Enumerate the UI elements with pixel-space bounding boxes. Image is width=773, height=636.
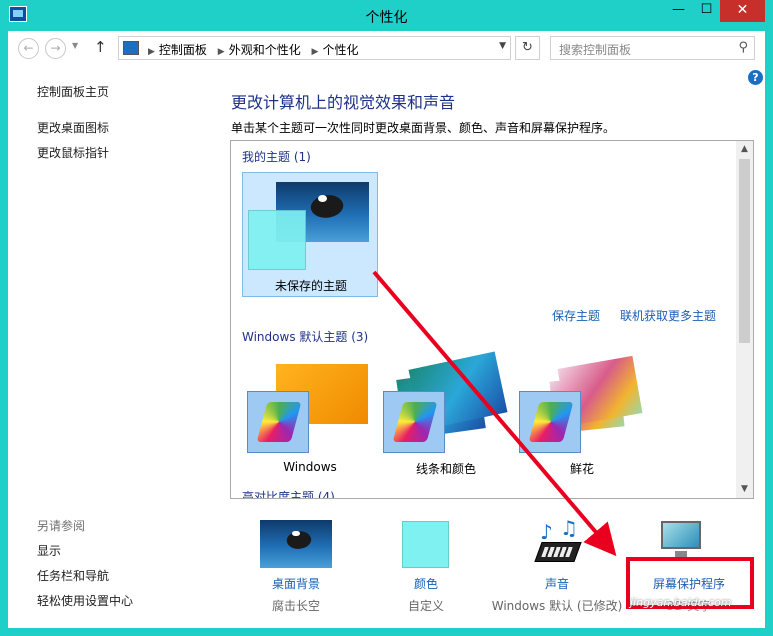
color-swatch (248, 210, 306, 270)
scroll-down-arrow[interactable]: ▼ (736, 481, 753, 498)
palette-icon (519, 391, 581, 453)
close-button[interactable]: ✕ (720, 0, 765, 22)
theme-windows[interactable]: Windows (242, 356, 378, 481)
breadcrumb: ▶ 控制面板 ▶ 外观和个性化 ▶ 个性化 (145, 41, 362, 58)
watermark: jingyan.baidu.com (630, 596, 732, 609)
breadcrumb-control-panel[interactable]: 控制面板 (159, 43, 207, 57)
get-more-themes-link[interactable]: 联机获取更多主题 (620, 307, 716, 324)
desktop-background-value: 腐击长空 (271, 599, 320, 613)
sidebar-link-display[interactable]: 显示 (37, 542, 61, 559)
title-bar: 个性化 — ☐ ✕ (0, 0, 773, 31)
color-value: 自定义 (407, 599, 444, 613)
sidebar-link-ease-of-access[interactable]: 轻松使用设置中心 (37, 592, 133, 609)
palette-icon (247, 391, 309, 453)
search-icon[interactable]: ⚲ (738, 40, 748, 55)
address-dropdown-icon[interactable]: ▼ (499, 41, 506, 51)
color-swatch[interactable] (402, 521, 449, 568)
navigation-bar: ← → ▼ ↑ ▶ 控制面板 ▶ 外观和个性化 ▶ 个性化 ▼ ↻ 搜索控制面板 ⚲ (8, 31, 765, 67)
monitor-screen (661, 521, 701, 549)
theme-name: 鲜花 (569, 462, 594, 476)
breadcrumb-appearance[interactable]: 外观和个性化 (229, 43, 301, 57)
recent-locations-dropdown[interactable]: ▼ (72, 41, 78, 50)
control-panel-icon (123, 41, 139, 55)
my-themes-header[interactable]: 我的主题 (1) (242, 148, 311, 165)
screensaver-icon[interactable] (657, 519, 705, 559)
back-button[interactable]: ← (18, 38, 39, 59)
sound-icon[interactable]: ♪ ♫ (534, 516, 582, 564)
sidebar-link-mouse-pointers[interactable]: 更改鼠标指针 (37, 144, 109, 161)
scroll-thumb[interactable] (739, 159, 750, 343)
keyboard-shape (534, 542, 582, 562)
high-contrast-themes-header[interactable]: 高对比度主题 (4) (242, 488, 335, 498)
theme-flowers[interactable]: 鲜花 (514, 355, 650, 481)
window-title: 个性化 (365, 10, 408, 26)
theme-name: 未保存的主题 (274, 279, 347, 293)
sound-link[interactable]: 声音 (492, 575, 622, 592)
breadcrumb-separator[interactable]: ▶ (148, 47, 155, 57)
sidebar-link-control-panel-home[interactable]: 控制面板主页 (37, 83, 109, 100)
sound-value: Windows 默认 (已修改) (491, 599, 623, 613)
maximize-button[interactable]: ☐ (693, 0, 720, 22)
theme-unsaved[interactable]: 未保存的主题 (242, 172, 378, 297)
desktop-background-thumbnail[interactable] (260, 520, 332, 568)
theme-list: 我的主题 (1) 未保存的主题 保存主题 联机获取更多主题 Windows 默认… (230, 140, 754, 499)
scroll-up-arrow[interactable]: ▲ (736, 141, 753, 158)
page-subtitle: 单击某个主题可一次性同时更改桌面背景、颜色、声音和屏幕保护程序。 (231, 121, 616, 135)
breadcrumb-separator[interactable]: ▶ (312, 47, 319, 57)
page-title: 更改计算机上的视觉效果和声音 (231, 93, 456, 112)
help-icon[interactable]: ? (748, 70, 763, 85)
refresh-button[interactable]: ↻ (515, 36, 540, 60)
search-placeholder: 搜索控制面板 (559, 43, 632, 57)
music-note-icon: ♪ (540, 520, 553, 544)
save-theme-link[interactable]: 保存主题 (552, 307, 600, 324)
see-also-heading: 另请参阅 (37, 519, 86, 533)
sidebar-link-taskbar-navigation[interactable]: 任务栏和导航 (37, 567, 109, 584)
search-input[interactable]: 搜索控制面板 ⚲ (550, 36, 755, 60)
color-link[interactable]: 颜色 (361, 575, 491, 592)
sidebar-link-desktop-icons[interactable]: 更改桌面图标 (37, 119, 109, 136)
breadcrumb-personalization[interactable]: 个性化 (322, 43, 358, 57)
palette-icon (383, 391, 445, 453)
breadcrumb-separator[interactable]: ▶ (218, 47, 225, 57)
theme-lines-and-colors[interactable]: 线条和颜色 (378, 351, 514, 481)
theme-list-scrollbar[interactable]: ▲ ▼ (736, 141, 753, 498)
forward-button[interactable]: → (45, 38, 66, 59)
theme-name: 线条和颜色 (415, 462, 476, 476)
desktop-background-link[interactable]: 桌面背景 (231, 575, 361, 592)
music-note-icon: ♫ (560, 516, 578, 540)
up-button[interactable]: ↑ (94, 38, 107, 56)
theme-name: Windows (283, 460, 337, 474)
minimize-button[interactable]: — (664, 0, 693, 22)
address-bar[interactable]: ▶ 控制面板 ▶ 外观和个性化 ▶ 个性化 ▼ (118, 36, 511, 60)
default-themes-header[interactable]: Windows 默认主题 (3) (242, 328, 368, 345)
